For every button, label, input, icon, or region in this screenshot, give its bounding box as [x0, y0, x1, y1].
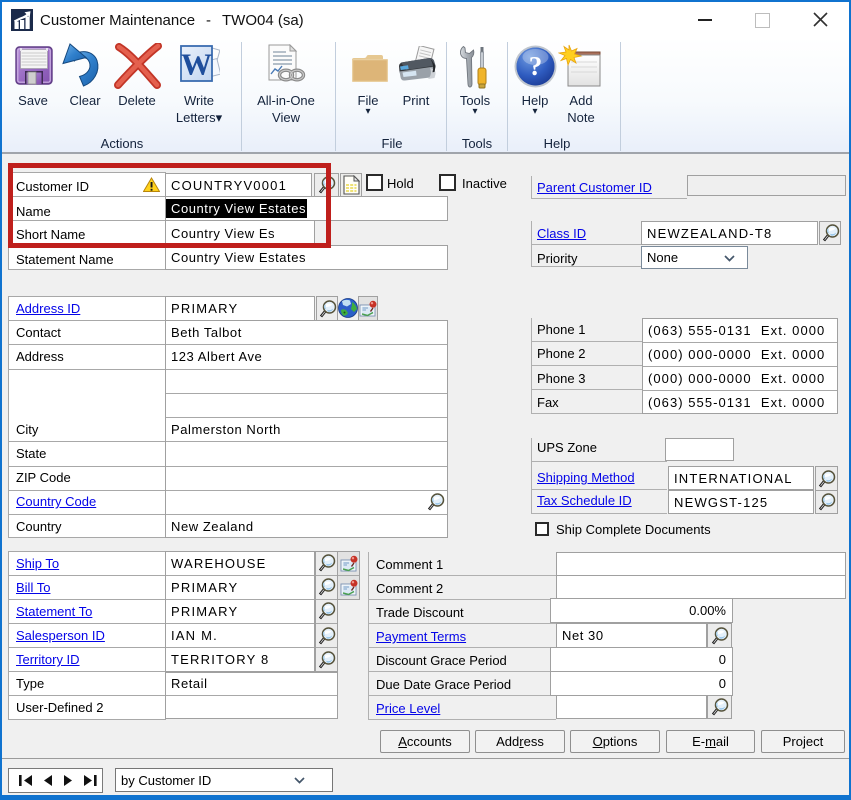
svg-text:?: ?	[529, 51, 543, 81]
svg-text:W: W	[181, 47, 212, 82]
